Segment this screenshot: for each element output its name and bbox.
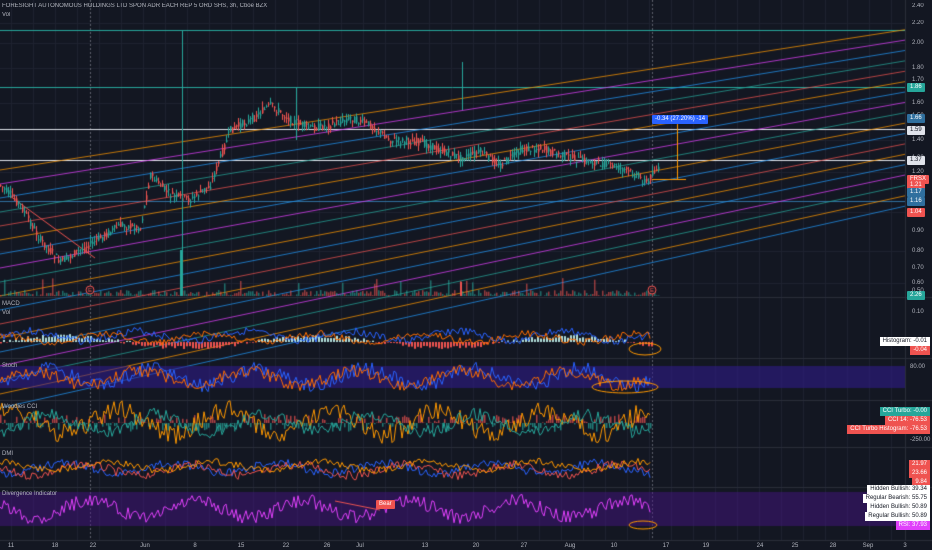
price-tag: 1.04: [907, 208, 925, 217]
divergence-bear-label: Bear: [376, 500, 395, 509]
divergence-legend-item: Hidden Bullish: 50.89: [867, 503, 930, 512]
time-axis-tick: 10: [610, 543, 618, 549]
cci-legend-item: CCI 14: -76.53: [884, 416, 930, 425]
price-tag: 1.86: [907, 83, 925, 92]
time-axis-tick: 28: [829, 543, 837, 549]
macd-legend-item: Histogram: -0.01: [879, 337, 930, 346]
cci-scale-label: -250.00: [910, 437, 931, 443]
time-axis-tick: 27: [520, 543, 528, 549]
time-axis-tick: 24: [756, 543, 764, 549]
time-axis-tick: Jun: [140, 543, 150, 549]
time-axis-tick: Jul: [356, 543, 364, 549]
price-scale-tick: 2.40: [912, 3, 924, 9]
dmi-legend-item: 23.66: [908, 469, 930, 478]
time-axis-tick: 22: [89, 543, 97, 549]
cci-pane-title: Woodies CCI: [2, 404, 38, 410]
time-axis-tick: 8: [193, 543, 197, 549]
price-chart-canvas[interactable]: [0, 0, 932, 550]
price-tag: 1.66: [907, 114, 925, 123]
time-axis-tick: 11: [7, 543, 15, 549]
price-scale-tick: 1.60: [912, 100, 924, 106]
price-scale-tick: 0.70: [912, 265, 924, 271]
time-axis-tick: 22: [282, 543, 290, 549]
stoch-pane-title: Stoch: [2, 363, 18, 369]
price-tag: 1.59: [907, 126, 925, 135]
price-tag: 1.16: [907, 197, 925, 206]
divergence-pane-title: Divergence Indicator: [2, 491, 58, 497]
time-axis-tick: 13: [421, 543, 429, 549]
price-tag: 2.26: [907, 291, 925, 300]
time-axis-tick: 17: [662, 543, 670, 549]
measure-label: -0.34 (27.20%) -14: [652, 115, 709, 124]
cci-legend-item: CCI Turbo: -0.00: [879, 407, 930, 416]
divergence-legend-item: Hidden Bullish: 39.34: [867, 485, 930, 494]
price-tag: 1.37: [907, 156, 925, 165]
time-axis-tick: 18: [51, 543, 59, 549]
dmi-pane-title: DMI: [2, 451, 13, 457]
macd-legend-item: -0.04: [910, 346, 930, 355]
time-axis-tick: 15: [237, 543, 245, 549]
time-axis-tick: Aug: [564, 543, 576, 549]
divergence-legend-item: Regular Bearish: 55.75: [862, 494, 930, 503]
dmi-legend-item: 21.97: [908, 460, 930, 469]
time-axis-tick: 20: [472, 543, 480, 549]
price-scale-tick: 0.80: [912, 248, 924, 254]
divergence-legend-item: Regular Bullish: 50.89: [865, 512, 930, 521]
price-scale-tick: 2.20: [912, 20, 924, 26]
price-tag: 1.17: [907, 188, 925, 197]
price-scale-tick: 1.80: [912, 65, 924, 71]
price-scale-tick: 1.40: [912, 137, 924, 143]
time-axis-tick: 25: [791, 543, 799, 549]
time-axis-tick: 26: [323, 543, 331, 549]
cci-legend-item: CCI Turbo Histogram: -76.53: [847, 425, 930, 434]
stoch-scale-label: 80.00: [910, 364, 926, 370]
volume-label: Vol: [2, 12, 11, 18]
price-scale-tick: 0.90: [912, 228, 924, 234]
divergence-legend-item: RSI: 37.93: [895, 521, 930, 530]
price-scale-tick: 2.00: [912, 40, 924, 46]
time-axis-tick: Sep: [862, 543, 874, 549]
macd-scale-label: 0.10: [912, 309, 924, 315]
time-axis-tick: 19: [702, 543, 710, 549]
chart-title: FORESIGHT AUTONOMOUS HOLDINGS LTD SPON A…: [2, 3, 268, 9]
macd-vol-label: Vol: [2, 310, 11, 316]
time-axis-tick: 3: [903, 543, 907, 549]
price-scale-tick: 0.60: [912, 280, 924, 286]
macd-pane-title: MACD: [2, 301, 20, 307]
